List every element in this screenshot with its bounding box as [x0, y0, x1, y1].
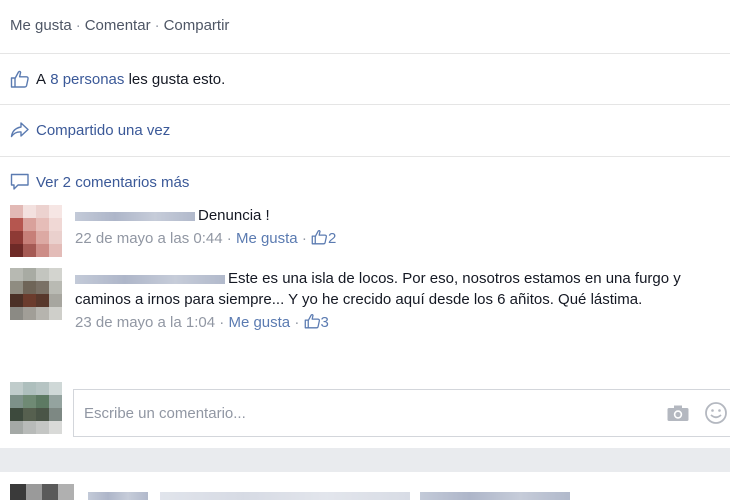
camera-icon[interactable]: [666, 403, 690, 423]
comment-body: Denuncia ! 22 de mayo a las 0:44 · Me gu…: [75, 205, 336, 257]
meta-separator: ·: [301, 230, 311, 247]
commenter-name[interactable]: [75, 211, 195, 221]
comment-input[interactable]: Escribe un comentario...: [84, 405, 666, 422]
like-post-link[interactable]: Me gusta: [10, 17, 72, 34]
comment-input-box[interactable]: Escribe un comentario...: [73, 389, 730, 437]
blurred-name: [88, 492, 148, 500]
meta-separator: ·: [294, 314, 304, 331]
smiley-icon[interactable]: [704, 401, 728, 425]
comment-meta: 23 de mayo a la 1:04 · Me gusta · 3: [75, 312, 725, 333]
comment-date[interactable]: 23 de mayo a la 1:04: [75, 314, 215, 331]
comment-like-link[interactable]: Me gusta: [236, 230, 298, 247]
avatar[interactable]: [10, 268, 62, 320]
comment-like-count[interactable]: 2: [328, 230, 336, 247]
blurred-name: [420, 492, 570, 500]
shares-summary[interactable]: Compartido una vez: [10, 121, 170, 139]
truncated-post-text: [0, 0, 120, 4]
avatar[interactable]: [10, 205, 62, 257]
avatar: [10, 382, 62, 434]
shares-link[interactable]: Compartido una vez: [36, 122, 170, 139]
thumbs-up-icon: [311, 229, 327, 245]
thumbs-up-icon: [304, 313, 320, 329]
comment-like-link[interactable]: Me gusta: [228, 314, 290, 331]
likes-prefix: A: [36, 70, 47, 88]
blurred-text: [160, 492, 410, 500]
comment-item: Denuncia ! 22 de mayo a las 0:44 · Me gu…: [10, 205, 336, 257]
comment-item: Este es una isla de locos. Por eso, noso…: [10, 268, 725, 333]
commenter-name[interactable]: [75, 274, 225, 284]
comment-post-link[interactable]: Comentar: [85, 17, 151, 34]
avatar: [10, 484, 74, 500]
action-separator: ·: [154, 17, 160, 34]
likes-people-link[interactable]: 8 personas: [50, 71, 124, 88]
likes-summary: A 8 personas les gusta esto.: [10, 70, 225, 88]
share-arrow-icon: [10, 122, 29, 138]
comment-bubble-icon: [10, 173, 29, 190]
comment-like-count[interactable]: 3: [321, 314, 329, 331]
comment-body: Este es una isla de locos. Por eso, noso…: [75, 268, 725, 333]
share-post-link[interactable]: Compartir: [164, 17, 230, 34]
likes-suffix: les gusta esto.: [128, 70, 226, 88]
divider: [0, 104, 730, 105]
thumbs-up-icon: [10, 70, 29, 88]
post-actions: Me gusta · Comentar · Compartir: [10, 17, 229, 34]
more-comments-row[interactable]: Ver 2 comentarios más: [10, 173, 189, 191]
more-comments-link[interactable]: Ver 2 comentarios más: [36, 174, 189, 191]
action-separator: ·: [75, 17, 81, 34]
post-separator: [0, 448, 730, 472]
comment-meta: 22 de mayo a las 0:44 · Me gusta · 2: [75, 228, 336, 249]
divider: [0, 156, 730, 157]
divider: [0, 53, 730, 54]
comment-text: Denuncia !: [198, 207, 270, 224]
meta-separator: ·: [226, 230, 236, 247]
next-post-peek: [10, 484, 570, 500]
comment-date[interactable]: 22 de mayo a las 0:44: [75, 230, 223, 247]
